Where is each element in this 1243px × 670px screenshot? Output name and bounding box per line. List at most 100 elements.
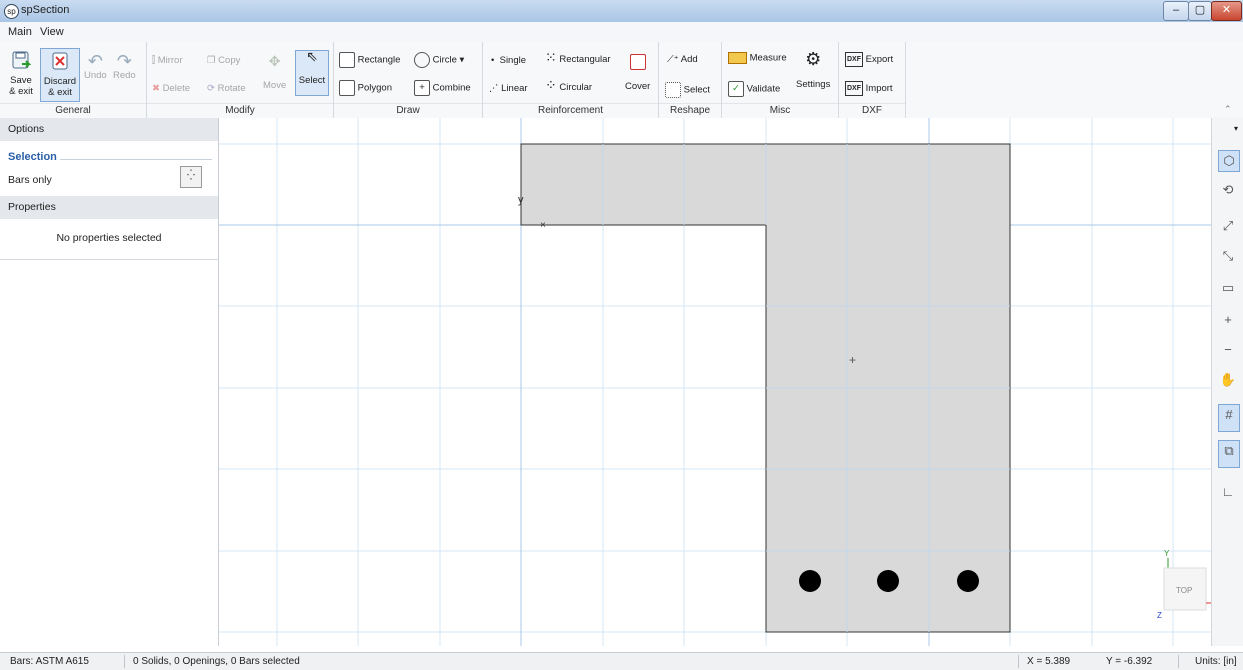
zoom-selection-icon[interactable]: ⤡ <box>1218 246 1238 266</box>
move-label: Move <box>263 80 287 91</box>
axes-icon[interactable]: ∟ <box>1218 482 1238 502</box>
zoom-out-icon[interactable]: − <box>1218 340 1238 360</box>
drawing-canvas[interactable]: y × + Y TOP X Z <box>219 118 1211 646</box>
pan-icon[interactable]: ✋ <box>1218 370 1238 390</box>
view-cube[interactable]: Y TOP X Z <box>1157 549 1211 620</box>
rebar-2[interactable] <box>877 570 899 592</box>
selection-divider <box>60 159 212 160</box>
grid-toggle-icon[interactable]: # <box>1218 404 1240 432</box>
zoom-window-icon[interactable]: ▭ <box>1218 278 1238 298</box>
copy-icon: ❐ <box>207 55 216 66</box>
circle-label: Circle <box>432 54 457 66</box>
zoom-extents-icon[interactable]: ⤢ <box>1218 216 1238 236</box>
rebar-3[interactable] <box>957 570 979 592</box>
properties-divider <box>0 259 218 260</box>
menu-main[interactable]: Main <box>8 26 32 38</box>
dxf-export-icon: DXF <box>845 52 863 67</box>
group-modify: ⫿ Mirror ❐ Copy ✖ Delete ⟳ Rotate ✥ Move … <box>147 42 334 118</box>
mirror-icon: ⫿ <box>152 55 156 66</box>
rectangular-label: Rectangular <box>559 54 611 65</box>
export-label: Export <box>865 54 894 66</box>
redo-button[interactable]: ↷ Redo <box>113 52 136 81</box>
canvas-svg: y × + Y TOP X Z <box>219 118 1211 646</box>
rectangle-button[interactable]: Rectangle <box>339 52 400 68</box>
single-bar-button[interactable]: • Single <box>491 55 526 66</box>
status-separator <box>124 655 125 668</box>
status-separator <box>1178 655 1179 668</box>
measure-label: Measure <box>749 52 787 64</box>
combine-button[interactable]: + Combine <box>414 80 471 96</box>
save-label-2: & exit <box>9 86 33 97</box>
move-button[interactable]: ✥ Move <box>263 54 287 91</box>
view-3d-icon[interactable]: ⬡ <box>1218 150 1240 172</box>
rectangular-bars-button[interactable]: ⁙ Rectangular <box>545 49 611 65</box>
select-button[interactable]: ⇖ Select <box>295 48 329 96</box>
minimize-button[interactable]: – <box>1163 1 1189 21</box>
validate-button[interactable]: ✓ Validate <box>728 81 780 97</box>
reshape-select-button[interactable]: Select <box>665 82 710 98</box>
snap-toggle-icon[interactable]: ⧉ <box>1218 440 1240 468</box>
circular-bars-icon: ⁘ <box>545 77 557 93</box>
mirror-button[interactable]: ⫿ Mirror <box>152 55 183 66</box>
group-reinforcement: • Single ⁙ Rectangular ⋰ Linear ⁘ Circul… <box>483 42 659 118</box>
measure-button[interactable]: Measure <box>728 52 787 64</box>
toolbar-dropdown-icon[interactable]: ▾ <box>1234 124 1238 133</box>
bars-only-label: Bars only <box>8 174 52 186</box>
polygon-label: Polygon <box>357 82 392 94</box>
group-label-misc: Misc <box>722 103 838 118</box>
ruler-icon <box>728 52 747 64</box>
collapse-ribbon-icon[interactable]: ⌃ <box>1224 104 1232 115</box>
discard-label-2: & exit <box>48 87 72 98</box>
rectangle-icon <box>339 52 355 68</box>
left-panel: Options Selection Bars only ⁛ Properties… <box>0 118 219 646</box>
delete-icon: ✖ <box>152 83 160 94</box>
settings-button[interactable]: ⚙ Settings <box>796 50 831 90</box>
menu-bar: Main View <box>0 22 1243 42</box>
rectangular-bars-icon: ⁙ <box>545 49 557 65</box>
selection-title: Selection <box>8 151 57 163</box>
linear-bars-button[interactable]: ⋰ Linear <box>489 83 528 94</box>
circle-button[interactable]: Circle ▾ <box>414 52 464 68</box>
add-point-button[interactable]: ⟋⁺ Add <box>667 54 698 65</box>
circular-bars-button[interactable]: ⁘ Circular <box>545 77 592 93</box>
zoom-in-icon[interactable]: + <box>1218 310 1238 330</box>
import-label: Import <box>865 83 893 95</box>
settings-label: Settings <box>796 79 831 90</box>
rebar-1[interactable] <box>799 570 821 592</box>
linear-label: Linear <box>501 83 528 94</box>
rotate-button[interactable]: ⟳ Rotate <box>207 83 246 94</box>
save-label-1: Save <box>10 75 32 86</box>
save-exit-button[interactable]: Save & exit <box>3 50 39 97</box>
cover-button[interactable]: Cover <box>625 54 650 92</box>
validate-label: Validate <box>746 83 781 95</box>
status-separator <box>1018 655 1019 668</box>
close-button[interactable]: ✕ <box>1211 1 1242 21</box>
export-button[interactable]: DXF Export <box>845 52 893 67</box>
undo-button[interactable]: ↶ Undo <box>84 52 107 81</box>
menu-view[interactable]: View <box>40 26 64 38</box>
select-label: Select <box>298 75 326 86</box>
polygon-button[interactable]: Polygon <box>339 80 392 96</box>
redo-icon: ↷ <box>116 51 132 71</box>
status-y-coordinate: Y = -6.392 <box>1106 656 1153 667</box>
cover-icon <box>629 54 646 70</box>
group-reshape: ⟋⁺ Add Select Reshape <box>659 42 722 118</box>
reshape-select-icon <box>665 82 681 98</box>
rotate-view-icon[interactable]: ⟲ <box>1218 180 1238 200</box>
copy-button[interactable]: ❐ Copy <box>207 55 240 66</box>
import-button[interactable]: DXF Import <box>845 81 893 96</box>
discard-icon <box>52 52 68 70</box>
redo-label: Redo <box>113 70 136 81</box>
discard-exit-button[interactable]: Discard & exit <box>40 48 80 102</box>
group-dxf: DXF Export DXF Import DXF <box>839 42 906 118</box>
pointer-icon: ⇖ <box>306 48 318 64</box>
status-units: Units: [in] <box>1195 656 1237 667</box>
mirror-label: Mirror <box>157 55 183 66</box>
rotate-label: Rotate <box>217 83 246 94</box>
group-label-general: General <box>0 103 146 118</box>
cube-y-label: Y <box>1164 549 1170 558</box>
undo-icon: ↶ <box>87 51 103 71</box>
delete-button[interactable]: ✖ Delete <box>152 83 190 94</box>
maximize-button[interactable]: ▢ <box>1188 1 1212 21</box>
bars-only-toggle[interactable]: ⁛ <box>180 166 202 188</box>
